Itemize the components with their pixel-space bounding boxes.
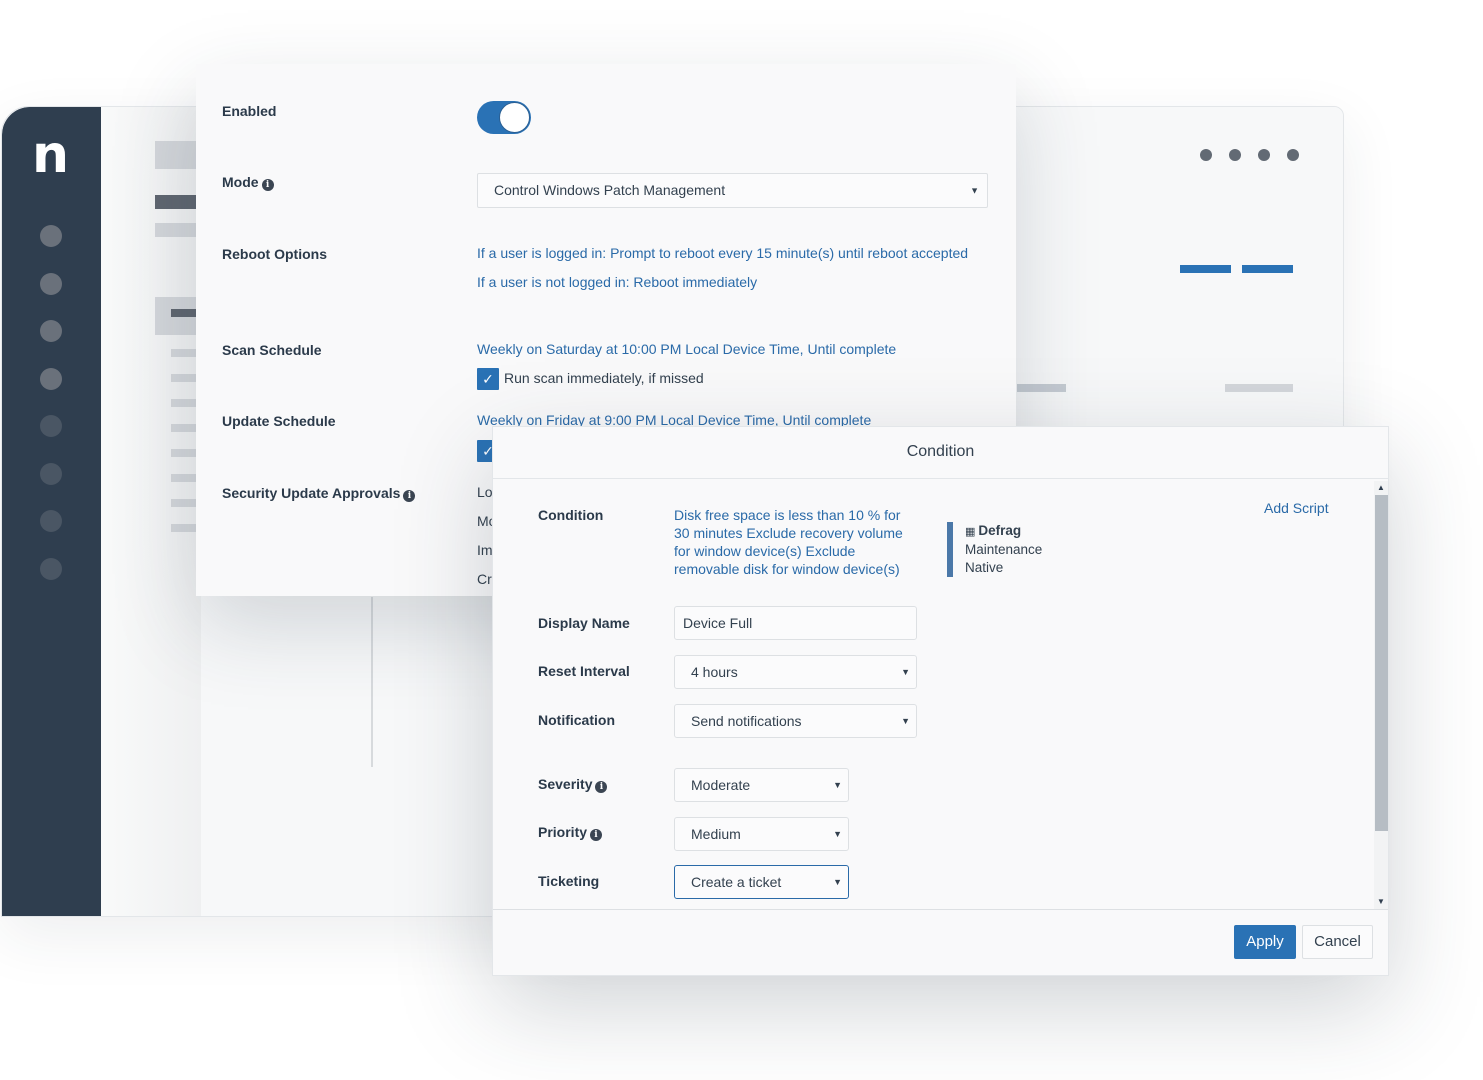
script-title: ▦ Defrag xyxy=(965,522,1042,541)
reset-interval-label: Reset Interval xyxy=(538,663,630,679)
windows-icon: ▦ xyxy=(965,526,976,538)
skeleton-heading xyxy=(155,195,201,209)
toggle-knob xyxy=(499,102,530,133)
display-name-label: Display Name xyxy=(538,615,630,631)
mode-select[interactable]: Control Windows Patch Management ▼ xyxy=(477,173,988,208)
security-update-approvals-text: Security Update Approvals xyxy=(222,485,401,501)
security-update-approvals-label: Security Update Approvals i xyxy=(222,485,416,502)
priority-label-text: Priority xyxy=(538,824,588,840)
chevron-down-icon: ▼ xyxy=(833,829,842,839)
display-name-input[interactable] xyxy=(674,606,917,640)
condition-link[interactable]: Disk free space is less than 10 % for 30… xyxy=(674,506,919,578)
add-script-link[interactable]: Add Script xyxy=(1264,499,1329,517)
notification-select[interactable]: Send notifications ▼ xyxy=(674,704,917,738)
sidebar-nav-icon[interactable] xyxy=(40,415,62,437)
priority-select[interactable]: Medium ▼ xyxy=(674,817,849,851)
severity-value: Moderate xyxy=(691,777,751,793)
enabled-label: Enabled xyxy=(222,103,277,119)
info-icon[interactable]: i xyxy=(595,781,608,793)
chevron-down-icon: ▼ xyxy=(901,716,910,726)
scan-schedule-label: Scan Schedule xyxy=(222,342,322,358)
ticketing-label: Ticketing xyxy=(538,873,600,889)
notification-label: Notification xyxy=(538,712,615,728)
reboot-logged-in-link[interactable]: If a user is logged in: Prompt to reboot… xyxy=(477,245,968,261)
notification-value: Send notifications xyxy=(691,713,802,729)
chevron-down-icon: ▼ xyxy=(833,780,842,790)
scroll-up-arrow-icon[interactable]: ▲ xyxy=(1374,481,1388,495)
reboot-options-label: Reboot Options xyxy=(222,246,327,262)
reboot-not-logged-in-link[interactable]: If a user is not logged in: Reboot immed… xyxy=(477,274,757,290)
mode-label: Mode i xyxy=(222,174,274,191)
dialog-title: Condition xyxy=(906,443,975,460)
sidebar-nav-icon[interactable] xyxy=(40,273,62,295)
tab-indicator[interactable] xyxy=(1180,265,1231,273)
sidebar-nav-icon[interactable] xyxy=(40,225,62,247)
priority-label: Priority i xyxy=(538,824,603,841)
sidebar-nav-icon[interactable] xyxy=(40,320,62,342)
cancel-button[interactable]: Cancel xyxy=(1302,925,1373,959)
dialog-footer: Apply Cancel xyxy=(493,909,1388,975)
ticketing-value: Create a ticket xyxy=(691,874,782,890)
check-icon: ✓ xyxy=(482,371,494,387)
severity-label: Severity i xyxy=(538,776,608,793)
skeleton-line xyxy=(155,223,201,237)
mode-select-value: Control Windows Patch Management xyxy=(494,182,726,198)
dialog-scrollbar[interactable]: ▲ ▼ xyxy=(1374,481,1388,909)
sidebar-nav-icon[interactable] xyxy=(40,368,62,390)
info-icon[interactable]: i xyxy=(261,179,274,191)
scroll-down-arrow-icon[interactable]: ▼ xyxy=(1374,895,1388,909)
run-scan-label: Run scan immediately, if missed xyxy=(504,370,704,386)
sidebar-nav-icon[interactable] xyxy=(40,558,62,580)
info-icon[interactable]: i xyxy=(403,490,416,502)
ticketing-select[interactable]: Create a ticket ▼ xyxy=(674,865,849,899)
condition-label: Condition xyxy=(538,507,604,523)
run-scan-checkbox[interactable]: ✓ xyxy=(477,368,499,390)
sidebar-nav-icon[interactable] xyxy=(40,510,62,532)
approval-item[interactable]: Cr xyxy=(477,571,492,587)
priority-value: Medium xyxy=(691,826,741,842)
app-logo: n xyxy=(32,125,70,185)
content-placeholder xyxy=(101,107,201,916)
mode-label-text: Mode xyxy=(222,174,259,190)
apply-button[interactable]: Apply xyxy=(1234,925,1296,959)
script-type: Native xyxy=(965,560,1004,575)
reset-interval-select[interactable]: 4 hours ▼ xyxy=(674,655,917,689)
reset-interval-value: 4 hours xyxy=(691,664,738,680)
update-schedule-label: Update Schedule xyxy=(222,413,336,429)
chevron-down-icon: ▼ xyxy=(970,185,979,195)
chevron-down-icon: ▼ xyxy=(901,667,910,677)
sidebar-nav-icon[interactable] xyxy=(40,463,62,485)
script-card[interactable]: ▦ Defrag Maintenance Native xyxy=(947,522,1042,577)
divider xyxy=(371,597,373,767)
tab-indicator[interactable] xyxy=(1242,265,1293,273)
info-icon[interactable]: i xyxy=(590,829,603,841)
severity-label-text: Severity xyxy=(538,776,593,792)
skeleton-line xyxy=(1017,384,1066,392)
skeleton-block xyxy=(155,141,201,169)
script-name: Defrag xyxy=(978,523,1022,538)
condition-dialog: Condition Condition Disk free space is l… xyxy=(492,426,1389,976)
skeleton-line xyxy=(1225,384,1293,392)
dialog-header: Condition xyxy=(493,427,1388,479)
enabled-toggle[interactable] xyxy=(477,101,531,134)
script-category: Maintenance xyxy=(965,542,1043,557)
scrollbar-thumb[interactable] xyxy=(1375,495,1388,831)
approval-item[interactable]: Lo xyxy=(477,484,493,500)
more-dots-icon[interactable] xyxy=(1200,149,1299,161)
chevron-down-icon: ▼ xyxy=(833,877,842,887)
sidebar: n xyxy=(2,107,101,916)
approval-item[interactable]: Im xyxy=(477,542,493,558)
scan-schedule-link[interactable]: Weekly on Saturday at 10:00 PM Local Dev… xyxy=(477,341,896,357)
severity-select[interactable]: Moderate ▼ xyxy=(674,768,849,802)
